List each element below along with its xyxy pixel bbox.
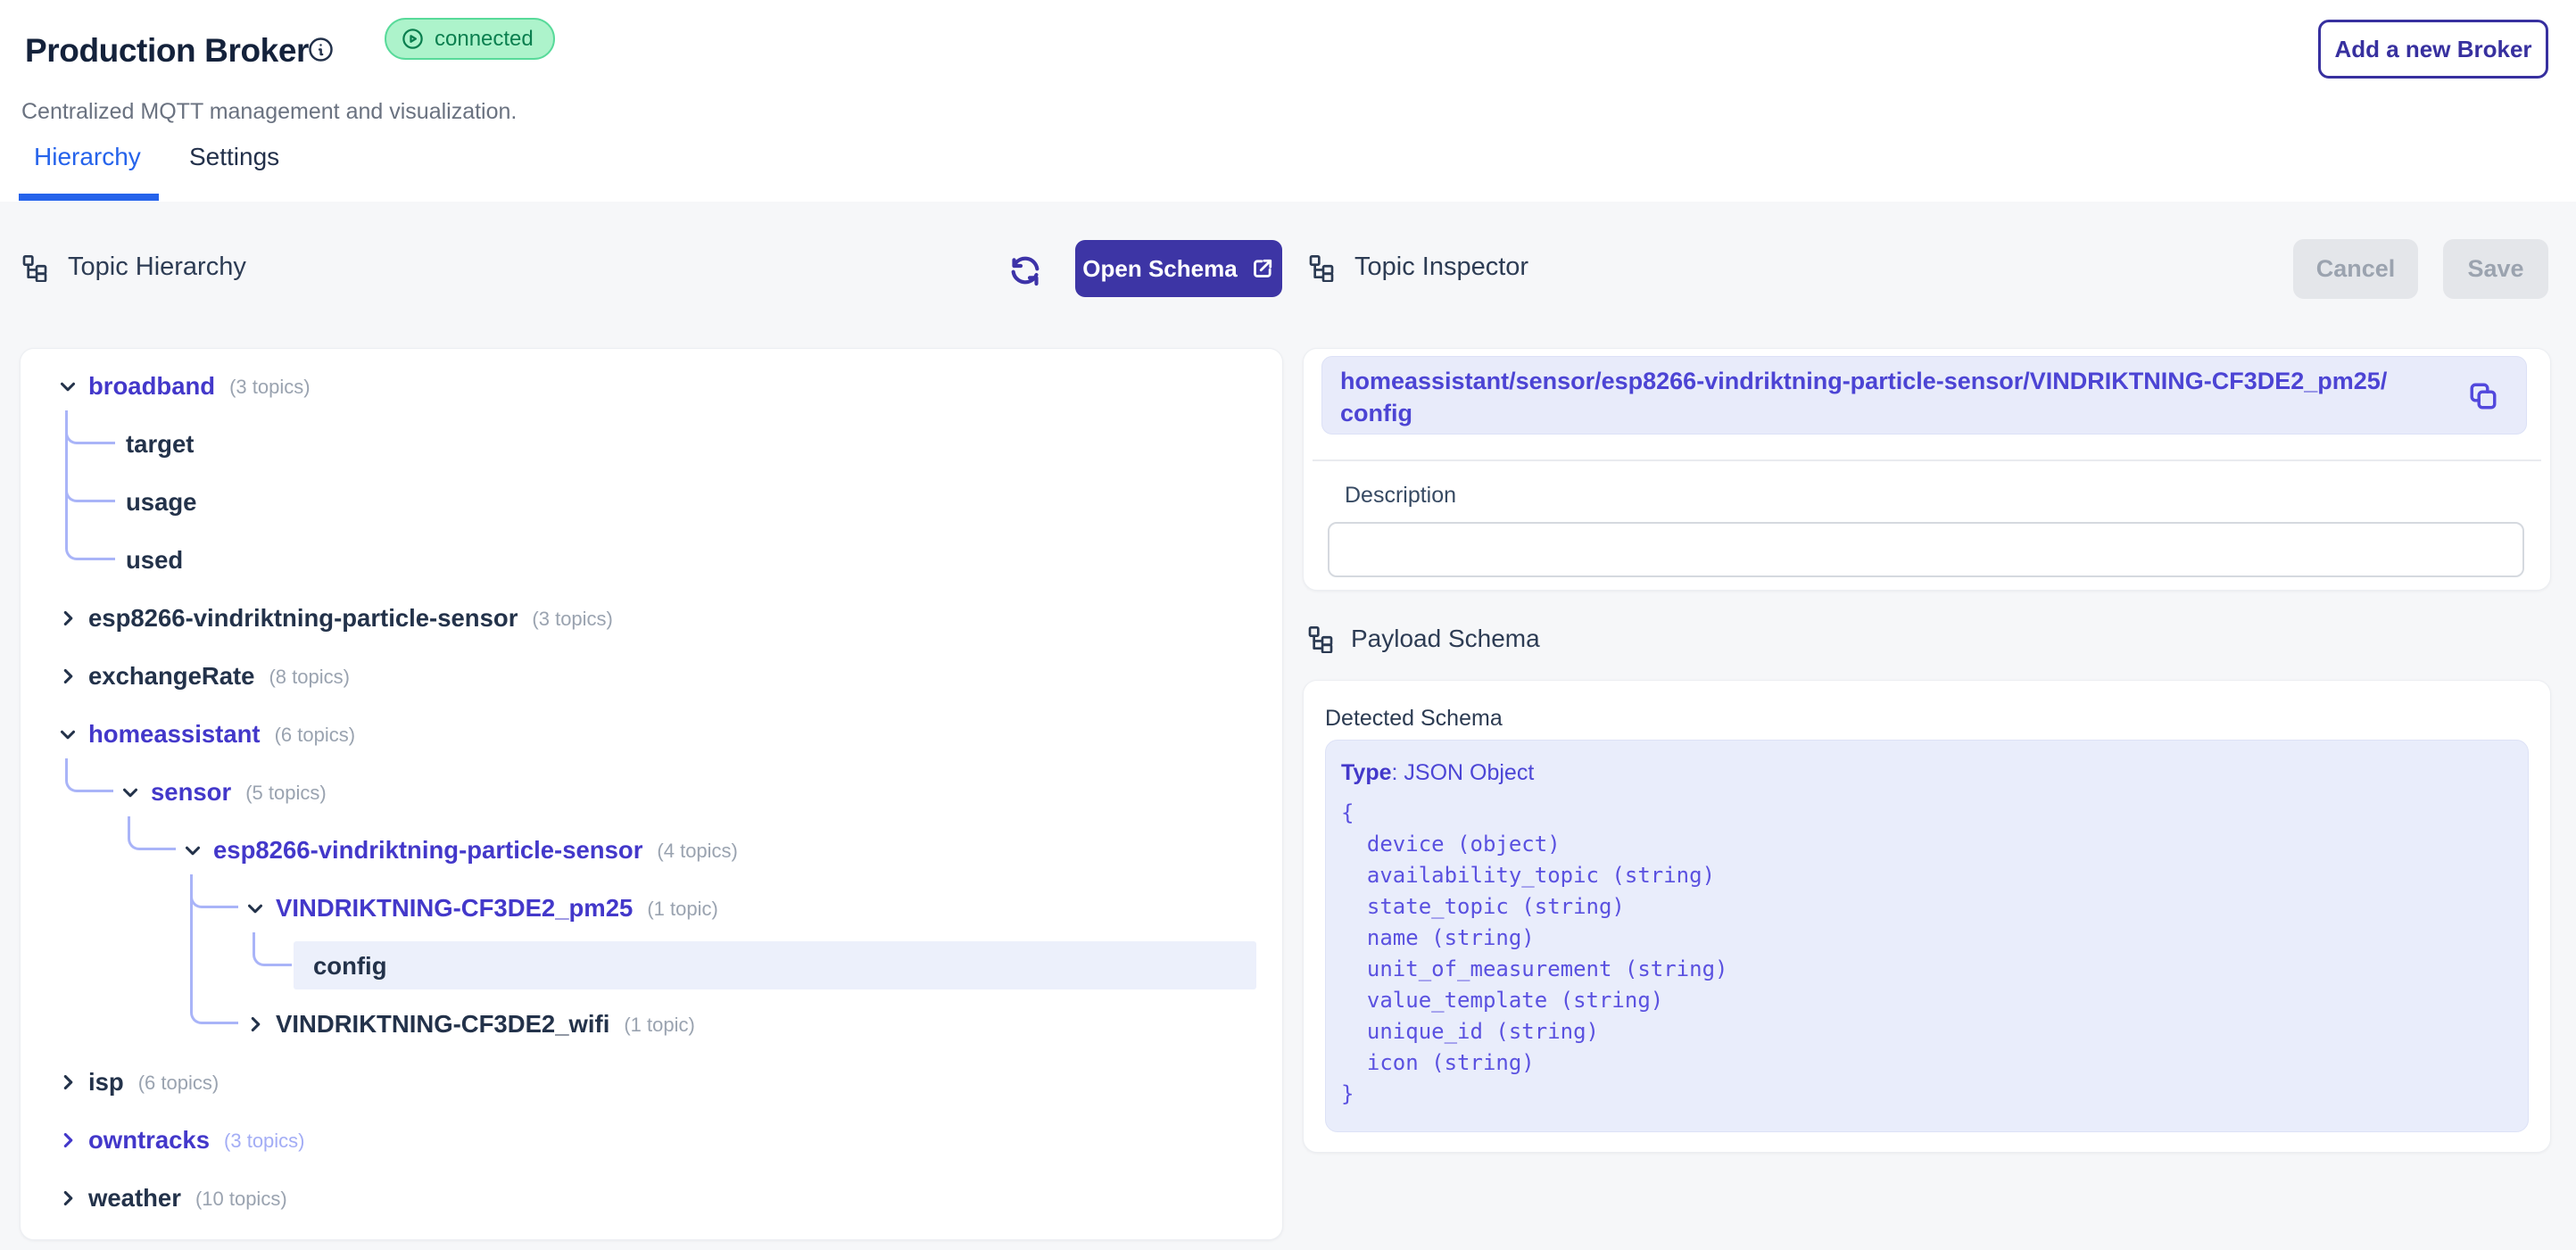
tree-node-row[interactable]: esp8266-vindriktning-particle-sensor (4 t… xyxy=(21,821,1275,879)
chevron-down-icon[interactable] xyxy=(244,897,267,920)
tree-node-row[interactable]: target xyxy=(21,415,1275,473)
detected-schema-block: Type: JSON Object { device (object) avai… xyxy=(1325,740,2529,1132)
tree-node-label: homeassistant xyxy=(88,720,261,749)
schema-code: { device (object) availability_topic (st… xyxy=(1341,798,1727,1110)
tree-node-label: sensor xyxy=(151,778,231,807)
tree-node-label: VINDRIKTNING-CF3DE2_wifi xyxy=(276,1010,609,1039)
topic-inspector-title: Topic Inspector xyxy=(1354,252,1528,282)
topic-count: (1 topic) xyxy=(647,895,717,921)
chevron-down-icon[interactable] xyxy=(119,781,142,804)
selected-row-highlight xyxy=(294,941,1256,989)
topic-count: (3 topics) xyxy=(224,1127,304,1153)
tree-node-label: exchangeRate xyxy=(88,662,254,691)
open-schema-button[interactable]: Open Schema xyxy=(1075,240,1282,297)
topic-count: (8 topics) xyxy=(269,663,349,689)
tree-node-row[interactable]: sensor (5 topics) xyxy=(21,763,1275,821)
schema-type-line: Type: JSON Object xyxy=(1341,760,1534,786)
tree-node-label: broadband xyxy=(88,372,215,401)
tree-node-row[interactable]: broadband (3 topics) xyxy=(21,357,1275,415)
refresh-button[interactable] xyxy=(1001,246,1049,294)
external-link-icon xyxy=(1250,256,1275,281)
chevron-down-icon[interactable] xyxy=(56,375,79,398)
tree-node-label: config xyxy=(313,952,387,981)
tree-node-row[interactable]: homeassistant (6 topics) xyxy=(21,705,1275,763)
tab-hierarchy[interactable]: Hierarchy xyxy=(34,143,141,171)
topic-count: (5 topics) xyxy=(245,779,326,805)
chevron-right-icon[interactable] xyxy=(56,1071,79,1094)
tree-node-row[interactable]: used xyxy=(21,531,1275,589)
chevron-down-icon[interactable] xyxy=(181,839,204,862)
chevron-right-icon[interactable] xyxy=(56,665,79,688)
detected-schema-label: Detected Schema xyxy=(1325,706,1503,732)
copy-button[interactable] xyxy=(2467,380,2499,412)
tree-node-label: esp8266-vindriktning-particle-sensor xyxy=(213,836,642,865)
topic-count: (3 topics) xyxy=(532,605,612,631)
add-broker-button[interactable]: Add a new Broker xyxy=(2318,20,2548,79)
save-button[interactable]: Save xyxy=(2443,239,2548,299)
topic-hierarchy-panel: broadband (3 topics) target usage used esp826… xyxy=(20,348,1283,1240)
topic-count: (6 topics) xyxy=(275,721,355,747)
cancel-button[interactable]: Cancel xyxy=(2293,239,2418,299)
tree-node-label: isp xyxy=(88,1068,124,1097)
tree-node-label: weather xyxy=(88,1184,181,1213)
tree-node-row[interactable]: exchangeRate (8 topics) xyxy=(21,647,1275,705)
tree-node-row[interactable]: esp8266-vindriktning-particle-sensor (3 t… xyxy=(21,589,1275,647)
tree-node-row[interactable]: weather (10 topics) xyxy=(21,1169,1275,1227)
open-schema-label: Open Schema xyxy=(1082,255,1237,283)
tree-node-label: owntracks xyxy=(88,1126,210,1155)
topic-hierarchy-title: Topic Hierarchy xyxy=(68,252,246,282)
schema-type-value: : JSON Object xyxy=(1392,760,1535,785)
chevron-right-icon[interactable] xyxy=(244,1013,267,1036)
topic-count: (3 topics) xyxy=(229,373,310,399)
topic-inspector-header: Topic Inspector xyxy=(1307,252,1528,282)
payload-schema-title: Payload Schema xyxy=(1351,625,1540,653)
app-header: Production Broker connected Centralized … xyxy=(0,0,2576,202)
tree-node-row[interactable]: VINDRIKTNING-CF3DE2_wifi (1 topic) xyxy=(21,995,1275,1053)
page-subtitle: Centralized MQTT management and visualiz… xyxy=(21,99,517,125)
tree-node-label: usage xyxy=(126,488,196,517)
hierarchy-icon xyxy=(1306,625,1335,653)
page-title: Production Broker xyxy=(25,32,309,70)
topic-count: (1 topic) xyxy=(624,1011,694,1037)
topic-inspector-panel: homeassistant/sensor/esp8266-vindriktnin… xyxy=(1303,348,2551,591)
status-badge-label: connected xyxy=(435,27,534,52)
divider xyxy=(1313,459,2541,461)
info-icon[interactable] xyxy=(307,36,335,63)
tree-node-label: esp8266-vindriktning-particle-sensor xyxy=(88,604,518,633)
payload-schema-panel: Detected Schema Type: JSON Object { devi… xyxy=(1303,680,2551,1153)
topic-path: homeassistant/sensor/esp8266-vindriktnin… xyxy=(1340,365,2424,429)
tree-node-label: used xyxy=(126,546,183,575)
chevron-down-icon[interactable] xyxy=(56,723,79,746)
tab-settings[interactable]: Settings xyxy=(189,143,279,171)
payload-schema-header: Payload Schema xyxy=(1306,625,1540,653)
play-circle-icon xyxy=(401,27,425,51)
chevron-right-icon[interactable] xyxy=(56,1187,79,1210)
refresh-icon xyxy=(1007,252,1043,288)
description-input[interactable] xyxy=(1328,522,2524,577)
description-label: Description xyxy=(1345,483,1456,509)
chevron-right-icon[interactable] xyxy=(56,1129,79,1152)
hierarchy-icon xyxy=(1307,253,1336,282)
topic-count: (6 topics) xyxy=(138,1069,219,1095)
copy-icon xyxy=(2467,380,2499,412)
tree-node-row[interactable]: usage xyxy=(21,473,1275,531)
tree-node-label: target xyxy=(126,430,194,459)
tree-node-row[interactable]: owntracks (3 topics) xyxy=(21,1111,1275,1169)
chevron-right-icon[interactable] xyxy=(56,607,79,630)
tree-node-label: VINDRIKTNING-CF3DE2_pm25 xyxy=(276,894,633,923)
hierarchy-icon xyxy=(21,253,49,282)
topic-count: (4 topics) xyxy=(657,837,737,863)
topic-count: (10 topics) xyxy=(195,1185,287,1211)
tree-node-row[interactable]: isp (6 topics) xyxy=(21,1053,1275,1111)
active-tab-underline xyxy=(19,194,159,201)
topic-hierarchy-header: Topic Hierarchy xyxy=(21,252,246,282)
schema-type-key: Type xyxy=(1341,760,1392,785)
topic-path-box: homeassistant/sensor/esp8266-vindriktnin… xyxy=(1321,356,2527,435)
topic-tree: broadband (3 topics) target usage used esp826… xyxy=(21,349,1282,1239)
status-badge: connected xyxy=(385,18,555,60)
